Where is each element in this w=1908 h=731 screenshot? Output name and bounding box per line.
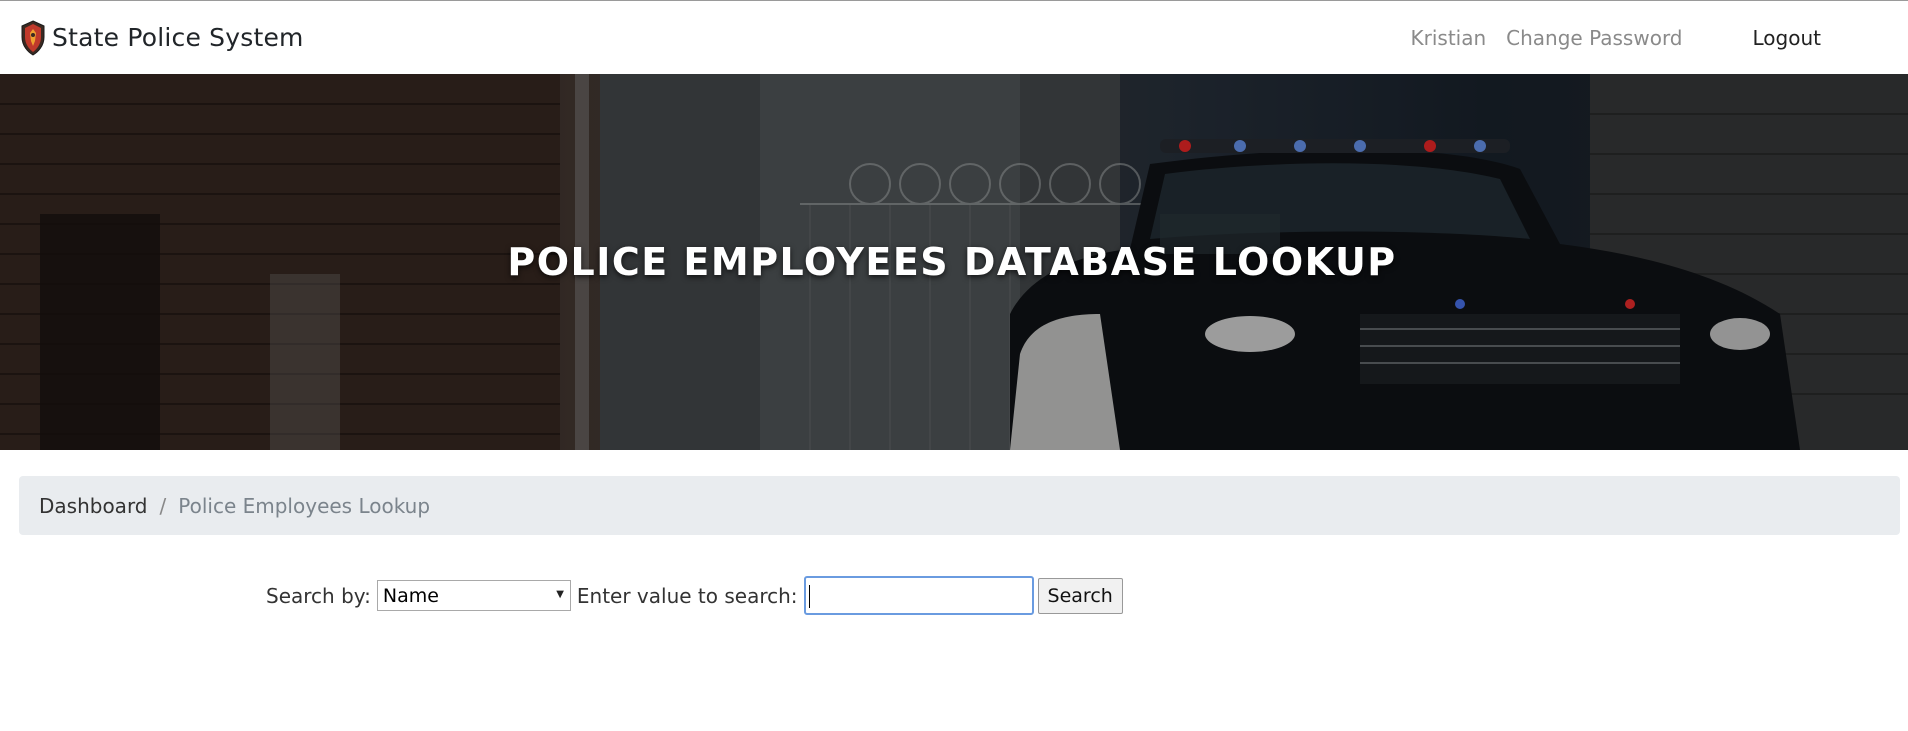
nav-menu: Kristian Change Password Logout: [1391, 1, 1889, 74]
navbar: State Police System Kristian Change Pass…: [0, 1, 1908, 74]
search-by-label: Search by:: [266, 583, 371, 608]
dropdown-arrow-icon: ▼: [556, 589, 564, 600]
search-button[interactable]: Search: [1037, 577, 1123, 614]
breadcrumb-separator: /: [159, 493, 167, 518]
search-value-label: Enter value to search:: [576, 583, 798, 608]
breadcrumb-current: Police Employees Lookup: [178, 493, 431, 518]
brand-title: State Police System: [52, 23, 304, 52]
breadcrumb: Dashboard / Police Employees Lookup: [19, 476, 1900, 535]
search-by-select[interactable]: Name ▼: [376, 580, 571, 611]
hero-banner: POLICE EMPLOYEES DATABASE LOOKUP: [0, 74, 1908, 450]
breadcrumb-dashboard-link[interactable]: Dashboard: [39, 494, 148, 518]
search-form: Search by: Name ▼ Enter value to search:…: [266, 576, 1908, 615]
search-value-input[interactable]: [803, 576, 1034, 615]
search-by-selected: Name: [382, 584, 439, 607]
logout-link[interactable]: Logout: [1753, 26, 1821, 50]
police-shield-icon: [20, 19, 46, 57]
change-password-link[interactable]: Change Password: [1506, 26, 1682, 50]
nav-user-link[interactable]: Kristian: [1411, 26, 1487, 50]
page-title: POLICE EMPLOYEES DATABASE LOOKUP: [507, 240, 1397, 284]
text-cursor: [808, 585, 810, 608]
brand-link[interactable]: State Police System: [20, 19, 304, 57]
